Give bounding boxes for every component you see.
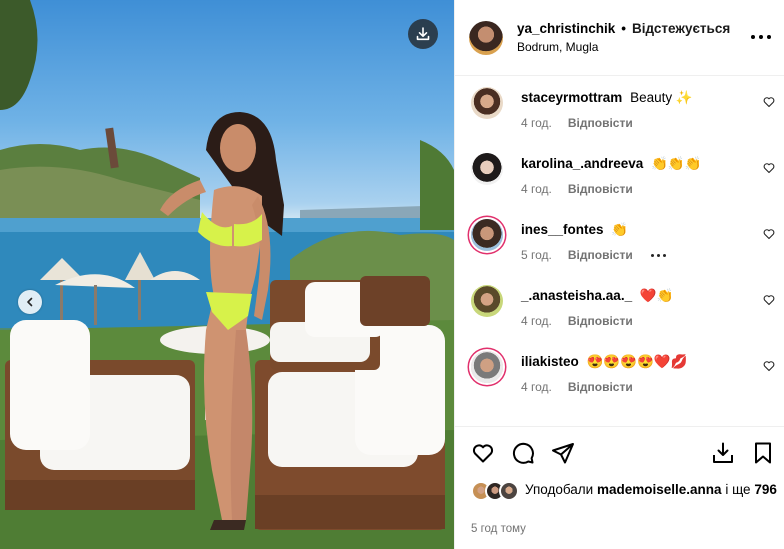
heart-icon[interactable] [763, 360, 775, 372]
comment-line: staceyrmottram Beauty ✨ [521, 90, 693, 106]
comment-text: 😍😍😍😍❤️💋 [586, 354, 688, 369]
comment-time: 4 год. [521, 314, 552, 328]
liker-username[interactable]: mademoiselle.anna [597, 482, 722, 497]
commenter-avatar[interactable] [471, 285, 503, 317]
comment-time: 4 год. [521, 116, 552, 130]
download-icon [416, 27, 430, 41]
separator-dot: • [621, 21, 627, 36]
instagram-post: ya_christinchik • Відстежується Bodrum, … [0, 0, 784, 549]
post-timestamp[interactable]: 5 год тому [471, 523, 526, 535]
comment-time: 4 год. [521, 182, 552, 196]
comment-text: Beauty ✨ [630, 90, 693, 105]
comment-text: 👏👏👏 [651, 156, 702, 171]
bookmark-icon[interactable] [751, 441, 775, 465]
following-button[interactable]: Відстежується [632, 21, 730, 36]
commenter-username[interactable]: _.anasteisha.aa._ [521, 288, 632, 303]
reply-button[interactable]: Відповісти [568, 182, 633, 196]
commenter-avatar[interactable] [471, 351, 503, 383]
liker-avatars [471, 481, 521, 501]
likes-middle: і ще [725, 482, 751, 497]
more-options-button[interactable] [751, 30, 771, 44]
heart-icon[interactable] [763, 294, 775, 306]
heart-icon[interactable] [471, 441, 495, 465]
comment-meta: 4 год. Відповісти [521, 314, 633, 328]
commenter-username[interactable]: ines__fontes [521, 222, 604, 237]
likes-text: Уподобали mademoiselle.anna і ще 796 [525, 481, 784, 499]
author-info: ya_christinchik • Відстежується Bodrum, … [517, 21, 730, 54]
comment-text: ❤️👏 [639, 288, 674, 303]
comment-meta: 4 год. Відповісти [521, 380, 633, 394]
comment-line: karolina_.andreeva 👏👏👏 [521, 156, 702, 172]
comment-meta: 4 год. Відповісти [521, 116, 633, 130]
comment-item: _.anasteisha.aa._ ❤️👏 4 год. Відповісти [455, 274, 784, 334]
photo-scene [0, 0, 454, 549]
heart-icon[interactable] [763, 96, 775, 108]
comment-icon[interactable] [511, 441, 535, 465]
comment-item: iliakisteo 😍😍😍😍❤️💋 4 год. Відповісти [455, 340, 784, 400]
comment-item: staceyrmottram Beauty ✨ 4 год. Відповіст… [455, 76, 784, 136]
save-to-device-icon[interactable] [711, 441, 735, 465]
commenter-username[interactable]: karolina_.andreeva [521, 156, 643, 171]
more-horizontal-icon [751, 35, 755, 39]
comment-options-icon[interactable] [650, 253, 666, 257]
reply-button[interactable]: Відповісти [568, 314, 633, 328]
commenter-username[interactable]: iliakisteo [521, 354, 579, 369]
author-avatar[interactable] [469, 20, 503, 55]
heart-icon[interactable] [763, 162, 775, 174]
post-side-panel: ya_christinchik • Відстежується Bodrum, … [454, 0, 784, 549]
commenter-avatar[interactable] [471, 219, 503, 251]
comment-line: iliakisteo 😍😍😍😍❤️💋 [521, 354, 687, 370]
share-icon[interactable] [551, 441, 575, 465]
reply-button[interactable]: Відповісти [568, 380, 633, 394]
author-line: ya_christinchik • Відстежується [517, 21, 730, 36]
post-actions: Уподобали mademoiselle.anna і ще 796 5 г… [455, 426, 784, 549]
comment-time: 4 год. [521, 380, 552, 394]
commenter-avatar[interactable] [471, 87, 503, 119]
heart-icon[interactable] [763, 228, 775, 240]
comment-meta: 4 год. Відповісти [521, 182, 633, 196]
comments-list: staceyrmottram Beauty ✨ 4 год. Відповіст… [455, 76, 784, 426]
post-header: ya_christinchik • Відстежується Bodrum, … [455, 0, 784, 76]
chevron-left-icon [27, 297, 33, 307]
reply-button[interactable]: Відповісти [568, 248, 633, 262]
download-button[interactable] [408, 19, 438, 49]
comment-time: 5 год. [521, 248, 552, 262]
comment-line: _.anasteisha.aa._ ❤️👏 [521, 288, 673, 304]
likes-prefix: Уподобали [525, 482, 594, 497]
liker-avatar[interactable] [499, 481, 519, 501]
comment-item: karolina_.andreeva 👏👏👏 4 год. Відповісти [455, 142, 784, 202]
comment-line: ines__fontes 👏 [521, 222, 628, 238]
commenter-username[interactable]: staceyrmottram [521, 90, 622, 105]
comment-text: 👏 [611, 222, 629, 237]
comment-item: ines__fontes 👏 5 год. Відповісти [455, 208, 784, 268]
commenter-avatar[interactable] [471, 153, 503, 185]
likes-count[interactable]: 796 [754, 482, 777, 497]
previous-photo-button[interactable] [18, 290, 42, 314]
post-location[interactable]: Bodrum, Mugla [517, 40, 730, 54]
author-username[interactable]: ya_christinchik [517, 21, 615, 36]
likes-summary: Уподобали mademoiselle.anna і ще 796 [471, 481, 784, 501]
reply-button[interactable]: Відповісти [568, 116, 633, 130]
comment-meta: 5 год. Відповісти [521, 248, 666, 262]
post-photo[interactable] [0, 0, 454, 549]
